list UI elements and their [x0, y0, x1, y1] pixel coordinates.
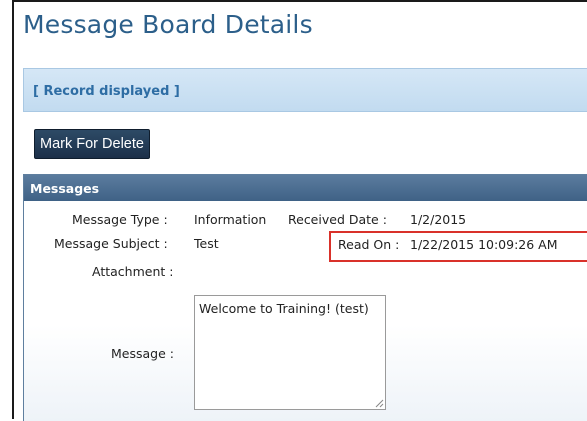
read-on-value: 1/22/2015 10:09:26 AM	[410, 237, 558, 252]
message-type-value: Information	[194, 212, 267, 227]
page-frame: Message Board Details [ Record displayed…	[12, 0, 587, 421]
message-label: Message :	[111, 346, 174, 361]
message-textarea[interactable]: Welcome to Training! (test)	[194, 295, 386, 410]
mark-for-delete-button[interactable]: Mark For Delete	[34, 129, 150, 159]
resize-grip-icon[interactable]	[375, 399, 384, 408]
message-text: Welcome to Training! (test)	[199, 301, 369, 316]
message-type-label: Message Type :	[72, 212, 168, 227]
received-date-value: 1/2/2015	[410, 212, 467, 227]
message-subject-label: Message Subject :	[54, 236, 168, 251]
panel-header: Messages	[24, 175, 587, 201]
page-title: Message Board Details	[23, 10, 313, 39]
received-date-label: Received Date :	[288, 212, 387, 227]
status-bar: [ Record displayed ]	[23, 68, 587, 112]
attachment-label: Attachment :	[92, 264, 174, 279]
read-on-label: Read On :	[338, 237, 400, 252]
messages-panel: Messages Message Type : Information Rece…	[23, 174, 587, 421]
status-message: [ Record displayed ]	[33, 84, 180, 99]
message-subject-value: Test	[194, 236, 219, 251]
panel-header-title: Messages	[30, 181, 100, 196]
